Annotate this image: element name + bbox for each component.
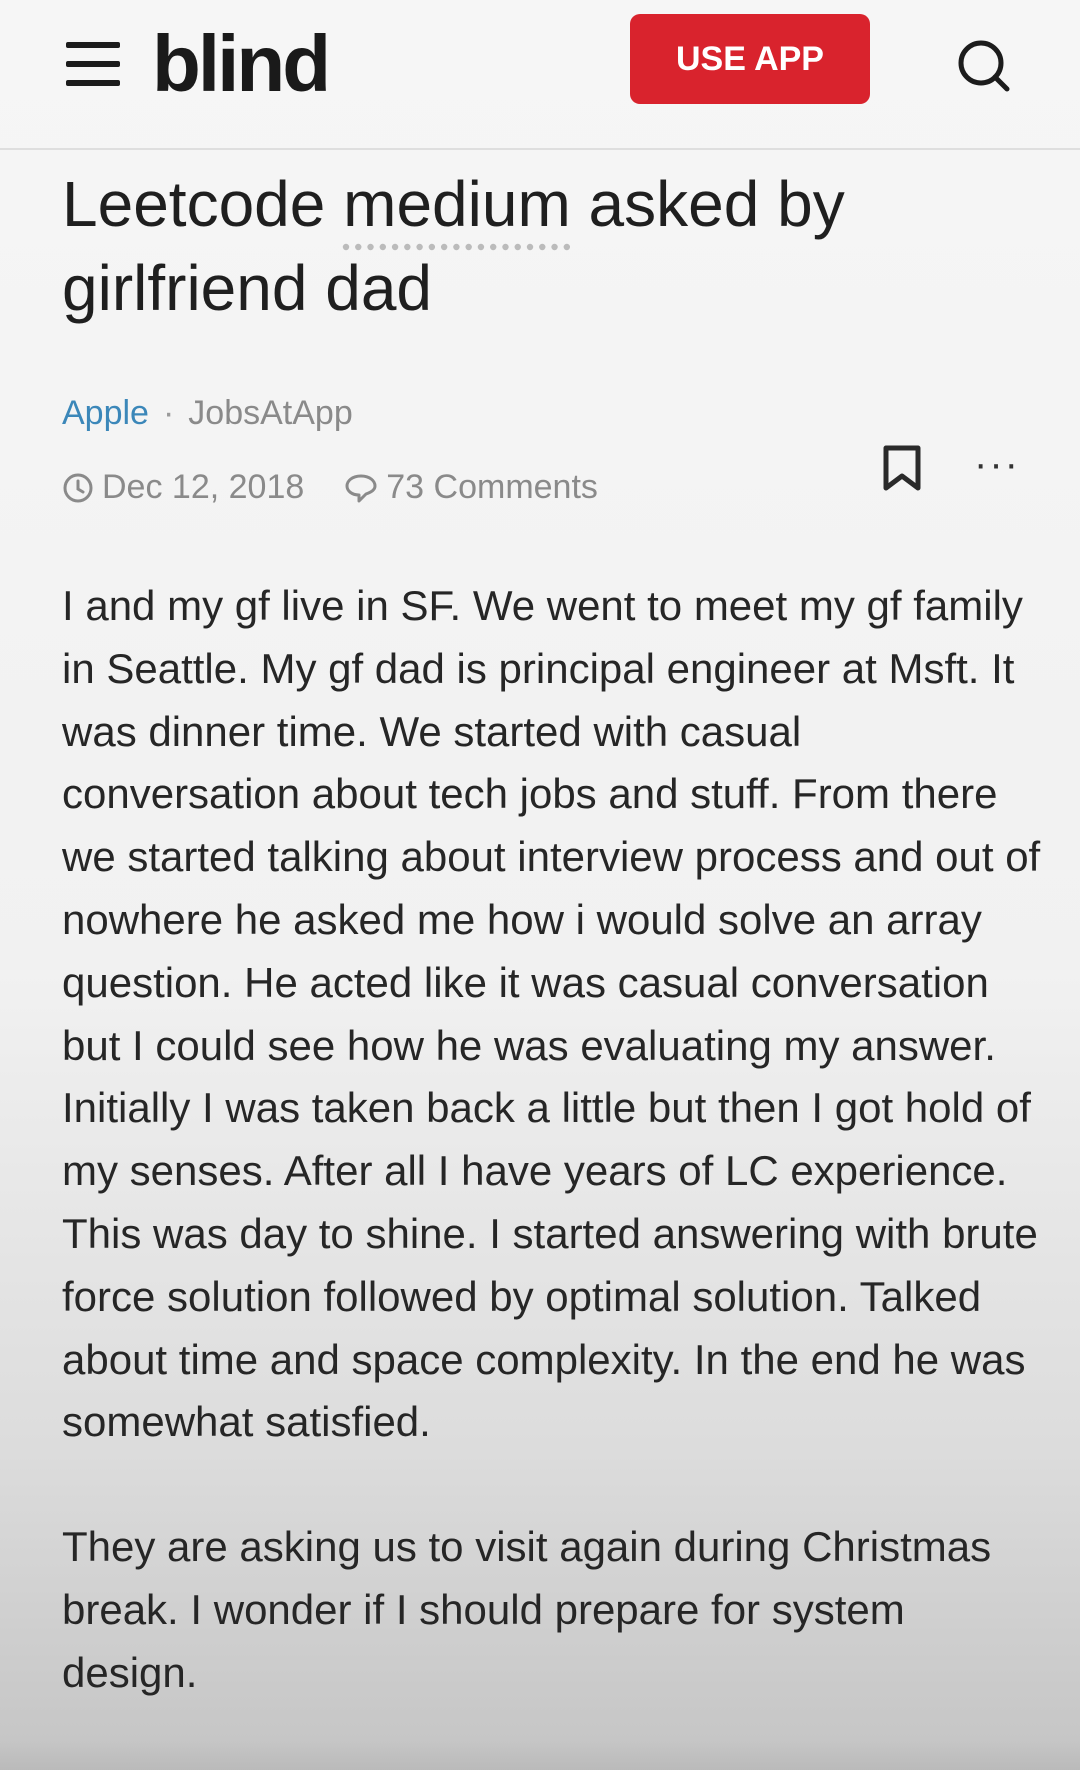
- comments-label: 73 Comments: [386, 468, 598, 506]
- post-body: I and my gf live in SF. We went to meet …: [62, 575, 1042, 1767]
- company-link[interactable]: Apple: [62, 394, 149, 433]
- author-name[interactable]: JobsAtApp: [188, 394, 352, 433]
- top-bar: blind USE APP: [0, 0, 1080, 150]
- more-icon[interactable]: ···: [974, 444, 1020, 484]
- post-author-line: Apple · JobsAtApp: [62, 394, 353, 433]
- comments-count[interactable]: 73 Comments: [344, 468, 598, 507]
- menu-icon[interactable]: [66, 42, 120, 86]
- search-icon[interactable]: [952, 34, 1016, 98]
- meta-separator: ·: [162, 394, 175, 432]
- post-stats-line: Dec 12, 2018 73 Comments: [62, 468, 598, 507]
- post-title: Leetcode medium asked by girlfriend dad: [62, 168, 845, 324]
- post-paragraph: I and my gf live in SF. We went to meet …: [62, 582, 1041, 1446]
- clock-icon: [63, 473, 93, 502]
- logo[interactable]: blind: [152, 14, 331, 114]
- comment-icon: [345, 474, 377, 502]
- bookmark-icon[interactable]: [880, 444, 924, 492]
- dotted-keyword: medium: [343, 168, 571, 240]
- bottom-fade: [0, 1740, 1080, 1770]
- use-app-button[interactable]: USE APP: [630, 14, 870, 104]
- post-paragraph: They are asking us to visit again during…: [62, 1523, 992, 1696]
- post-date: Dec 12, 2018: [102, 468, 305, 506]
